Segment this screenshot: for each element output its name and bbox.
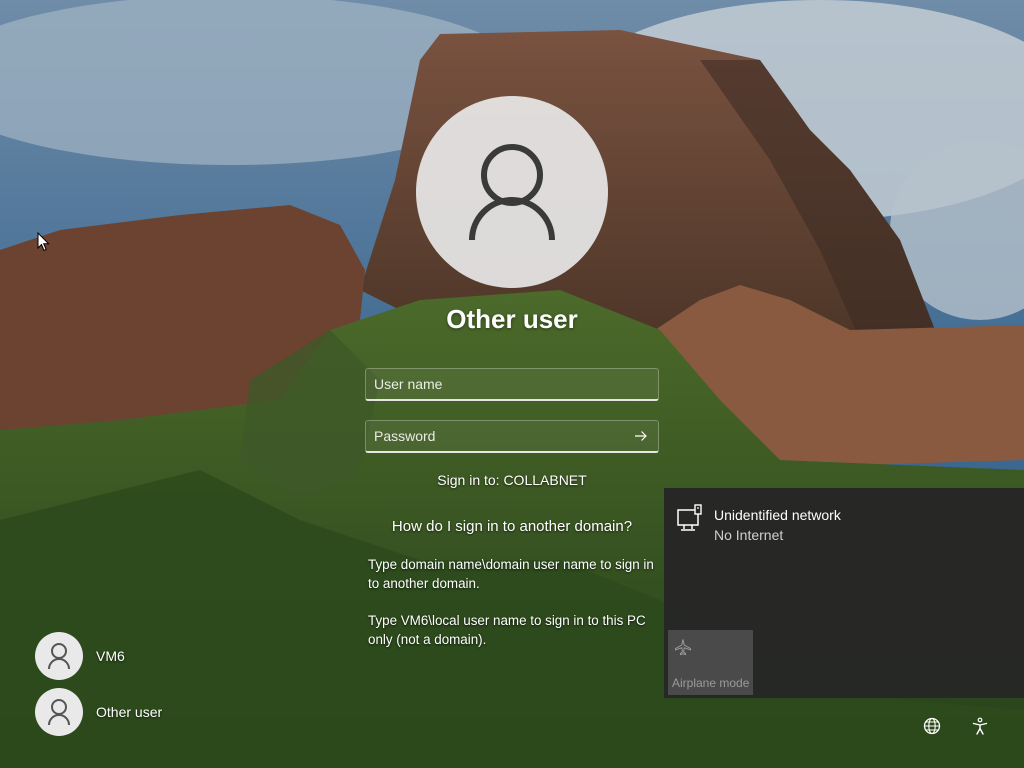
- user-avatar-icon: [48, 699, 70, 726]
- network-item-unidentified[interactable]: Unidentified network No Internet: [676, 504, 1006, 550]
- username-input[interactable]: [366, 369, 658, 399]
- arrow-right-icon: [635, 431, 647, 441]
- other-domain-help-link[interactable]: How do I sign in to another domain?: [362, 518, 662, 535]
- user-list-item-vm6[interactable]: VM6: [35, 632, 295, 680]
- user-silhouette-icon: [469, 144, 555, 241]
- network-flyout: Unidentified network No Internet Airplan…: [664, 488, 1024, 698]
- accessibility-button[interactable]: [966, 712, 994, 740]
- user-list-item-other-user[interactable]: Other user: [35, 688, 295, 736]
- ethernet-icon: [677, 504, 702, 531]
- sign-in-domain-label: Sign in to: COLLABNET: [437, 472, 587, 488]
- airplane-icon: [675, 639, 691, 656]
- help-text-local: Type VM6\local user name to sign in to t…: [368, 613, 646, 647]
- user-avatar: [35, 688, 83, 736]
- password-field[interactable]: [365, 420, 659, 453]
- network-button[interactable]: [918, 712, 946, 740]
- help-text-domain: Type domain name\domain user name to sig…: [368, 557, 654, 591]
- airplane-mode-label: Airplane mode: [672, 676, 750, 690]
- mouse-cursor-icon: [37, 232, 50, 252]
- user-list-name: VM6: [96, 648, 125, 664]
- submit-arrow-button[interactable]: [628, 426, 654, 446]
- selected-user-title: Other user: [446, 304, 578, 334]
- username-field[interactable]: [365, 368, 659, 401]
- user-avatar-icon: [48, 643, 70, 670]
- accessibility-icon: [972, 717, 988, 735]
- airplane-mode-toggle[interactable]: Airplane mode: [668, 630, 753, 695]
- user-list-name: Other user: [96, 704, 163, 720]
- network-status: No Internet: [714, 527, 784, 543]
- network-globe-icon: [923, 717, 941, 735]
- user-avatar: [35, 632, 83, 680]
- user-avatar-large: [416, 96, 608, 288]
- password-input[interactable]: [366, 421, 658, 451]
- network-name: Unidentified network: [714, 507, 841, 523]
